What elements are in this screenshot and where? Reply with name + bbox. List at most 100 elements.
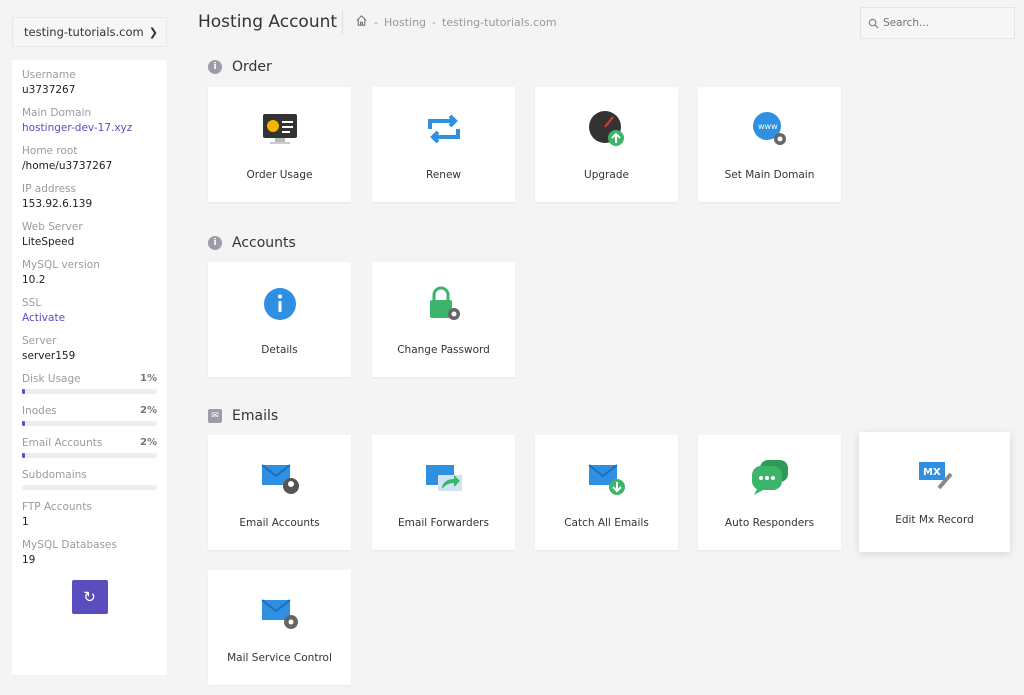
info-mysql: MySQL version 10.2 <box>22 259 157 286</box>
main-domain-link[interactable]: hostinger-dev-17.xyz <box>22 122 157 134</box>
refresh-button[interactable]: ↻ <box>71 580 108 614</box>
tile-label: Catch All Emails <box>564 517 649 529</box>
usage-label: Disk Usage <box>22 373 81 385</box>
envelope-download-icon <box>587 464 625 495</box>
info-value: 19 <box>22 554 36 566</box>
usage-row: Subdomains <box>22 469 157 481</box>
search-box[interactable] <box>860 7 1015 39</box>
info-label: SSL <box>22 297 42 309</box>
tile-edit-mx-record[interactable]: MX Edit Mx Record <box>859 432 1010 552</box>
tile-email-accounts[interactable]: Email Accounts <box>208 435 351 550</box>
info-value: u3737267 <box>22 84 76 96</box>
monitor-chart-icon <box>262 114 297 144</box>
tile-label: Order Usage <box>246 169 313 181</box>
info-value: 1 <box>22 516 29 528</box>
usage-label: Email Accounts <box>22 437 103 449</box>
envelope-forward-icon <box>425 465 462 491</box>
breadcrumb-sep: - <box>374 15 378 29</box>
chat-bubbles-icon <box>751 460 788 495</box>
tile-label: Email Accounts <box>239 517 320 529</box>
info-ssl: SSL Activate <box>22 297 157 324</box>
tile-label: Edit Mx Record <box>895 514 974 526</box>
info-value: 153.92.6.139 <box>22 198 93 210</box>
tile-catch-all-emails[interactable]: Catch All Emails <box>535 435 678 550</box>
ssl-activate-link[interactable]: Activate <box>22 312 157 324</box>
info-icon: i <box>208 236 222 250</box>
refresh-icon: ↻ <box>83 589 96 606</box>
home-icon[interactable] <box>355 14 368 30</box>
lock-gear-icon <box>429 286 460 320</box>
breadcrumb: - Hosting - testing-tutorials.com <box>342 10 557 34</box>
info-server: Server server159 <box>22 335 157 362</box>
info-mysql-dbs: MySQL Databases 19 <box>22 539 157 566</box>
usage-bar-fill <box>22 389 25 394</box>
usage-row: Email Accounts 2% <box>22 437 157 449</box>
usage-inodes: Inodes 2% <box>22 405 157 426</box>
account-sidebar: Username u3737267 Main Domain hostinger-de… <box>12 60 167 675</box>
info-label: MySQL version <box>22 259 100 271</box>
tile-label: Auto Responders <box>724 517 815 529</box>
tile-auto-responders[interactable]: Auto Responders <box>698 435 841 550</box>
tile-details[interactable]: Details <box>208 262 351 377</box>
chevron-down-icon: ❯ <box>148 25 158 39</box>
usage-label: Inodes <box>22 405 57 417</box>
info-web-server: Web Server LiteSpeed <box>22 221 157 248</box>
usage-row: Inodes 2% <box>22 405 157 417</box>
section-title: Accounts <box>232 235 296 251</box>
tile-label: Details <box>261 344 298 356</box>
usage-label: Subdomains <box>22 469 87 481</box>
tile-label: Change Password <box>397 344 490 356</box>
info-value: 10.2 <box>22 274 46 286</box>
info-label: Main Domain <box>22 107 92 119</box>
info-label: Web Server <box>22 221 83 233</box>
usage-bar <box>22 485 157 490</box>
info-username: Username u3737267 <box>22 69 157 96</box>
info-value: server159 <box>22 350 76 362</box>
tile-upgrade[interactable]: Upgrade <box>535 87 678 202</box>
info-label: IP address <box>22 183 77 195</box>
envelope-gear-icon <box>260 599 298 629</box>
section-title: Order <box>232 59 272 75</box>
info-value: /home/u3737267 <box>22 160 113 172</box>
tile-mail-service-control[interactable]: Mail Service Control <box>208 570 351 685</box>
info-label: Username <box>22 69 76 81</box>
tile-label: Email Forwarders <box>398 517 489 529</box>
svg-text:www: www <box>758 122 778 131</box>
tile-order-usage[interactable]: Order Usage <box>208 87 351 202</box>
tile-email-forwarders[interactable]: Email Forwarders <box>372 435 515 550</box>
usage-bar <box>22 389 157 394</box>
usage-percent: 2% <box>140 405 157 416</box>
renew-arrows-icon <box>427 114 460 144</box>
tile-label: Renew <box>426 169 461 181</box>
breadcrumb-hosting[interactable]: Hosting <box>384 16 426 29</box>
breadcrumb-domain[interactable]: testing-tutorials.com <box>442 16 557 29</box>
domain-select[interactable]: testing-tutorials.com ❯ <box>12 17 167 47</box>
info-label: MySQL Databases <box>22 539 117 551</box>
info-label: Home root <box>22 145 78 157</box>
section-accounts: i Accounts <box>208 235 296 251</box>
envelope-user-icon <box>260 464 299 494</box>
usage-bar-fill <box>22 453 25 458</box>
mx-wrench-icon: MX <box>918 462 953 490</box>
domain-select-value: testing-tutorials.com <box>24 25 144 39</box>
usage-bar <box>22 421 157 426</box>
tile-set-main-domain[interactable]: www Set Main Domain <box>698 87 841 202</box>
tile-change-password[interactable]: Change Password <box>372 262 515 377</box>
info-ip: IP address 153.92.6.139 <box>22 183 157 210</box>
tile-label: Set Main Domain <box>724 169 815 181</box>
tile-renew[interactable]: Renew <box>372 87 515 202</box>
usage-bar-fill <box>22 421 25 426</box>
usage-row: Disk Usage 1% <box>22 373 157 385</box>
info-icon: i <box>208 60 222 74</box>
info-label: FTP Accounts <box>22 501 92 513</box>
usage-disk-usage: Disk Usage 1% <box>22 373 157 394</box>
usage-percent: 2% <box>140 437 157 448</box>
envelope-open-icon: ✉ <box>208 409 222 423</box>
info-circle-icon <box>263 288 296 320</box>
search-icon <box>868 14 879 33</box>
section-emails: ✉ Emails <box>208 408 278 424</box>
info-ftp: FTP Accounts 1 <box>22 501 157 528</box>
svg-text:MX: MX <box>923 467 941 478</box>
info-value: LiteSpeed <box>22 236 75 248</box>
search-input[interactable] <box>883 17 1003 29</box>
